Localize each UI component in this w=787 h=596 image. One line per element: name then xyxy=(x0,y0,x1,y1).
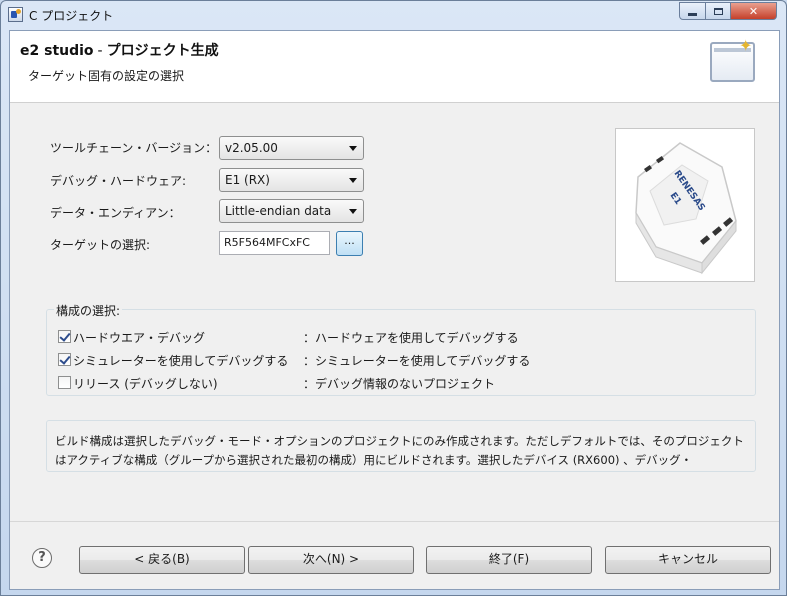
target-browse-button[interactable]: ... xyxy=(336,231,363,256)
config-hardware-debug-desc: ：ハードウェアを使用してデバッグする xyxy=(303,331,519,345)
banner-separator: - xyxy=(97,43,103,59)
info-description: ビルド構成は選択したデバッグ・モード・オプションのプロジェクトにのみ作成されます… xyxy=(46,420,756,472)
debug-hardware-combo[interactable]: E1 (RX) xyxy=(219,168,364,192)
config-release-label: リリース (デバッグしない) xyxy=(73,377,218,391)
device-image: RENESAS E1 xyxy=(615,128,755,282)
close-button[interactable]: ✕ xyxy=(730,2,777,20)
e1-emulator-illustration: RENESAS E1 xyxy=(635,142,737,275)
target-input[interactable]: R5F564MFCxFC xyxy=(219,231,330,255)
sparkle-icon: ✦ xyxy=(739,36,753,55)
debug-hardware-label: デバッグ・ハードウェア: xyxy=(50,174,187,188)
config-hardware-debug-checkbox[interactable] xyxy=(58,330,71,343)
dialog-window: C プロジェクト ✕ e2 studio - プロジェクト生成 ターゲット固有の設定… xyxy=(0,0,787,596)
banner-title: e2 studio - プロジェクト生成 xyxy=(20,40,219,60)
chevron-down-icon xyxy=(349,146,357,151)
dialog-client: e2 studio - プロジェクト生成 ターゲット固有の設定の選択 ✦ ツールチェ… xyxy=(9,30,780,590)
maximize-button[interactable] xyxy=(705,2,731,20)
c-project-icon xyxy=(8,7,23,22)
config-simulator-debug-checkbox[interactable] xyxy=(58,353,71,366)
title-bar[interactable]: C プロジェクト ✕ xyxy=(1,1,786,29)
button-bar-separator xyxy=(10,521,779,522)
config-release-checkbox[interactable] xyxy=(58,376,71,389)
endian-combo[interactable]: Little-endian data xyxy=(219,199,364,223)
toolchain-combo[interactable]: v2.05.00 xyxy=(219,136,364,160)
wizard-banner: e2 studio - プロジェクト生成 ターゲット固有の設定の選択 ✦ xyxy=(10,31,779,103)
minimize-icon xyxy=(688,12,697,16)
endian-label: データ・エンディアン： xyxy=(50,206,181,220)
close-icon: ✕ xyxy=(748,4,759,18)
target-label: ターゲットの選択: xyxy=(50,238,151,252)
config-hardware-debug-label: ハードウエア・デバッグ xyxy=(73,331,206,345)
info-text: ビルド構成は選択したデバッグ・モード・オプションのプロジェクトにのみ作成されます… xyxy=(55,434,744,467)
help-icon[interactable]: ? xyxy=(32,548,52,568)
back-button[interactable]: < 戻る(B) xyxy=(79,546,245,574)
config-simulator-debug-desc: ：シミュレーターを使用してデバッグする xyxy=(303,354,531,368)
toolchain-label: ツールチェーン・バージョン： xyxy=(50,141,218,155)
cancel-button[interactable]: キャンセル xyxy=(605,546,771,574)
config-group-legend: 構成の選択: xyxy=(54,302,123,319)
next-button[interactable]: 次へ(N) > xyxy=(248,546,414,574)
config-release-desc: ：デバッグ情報のないプロジェクト xyxy=(303,377,496,391)
banner-page-title: プロジェクト生成 xyxy=(106,43,219,59)
target-value: R5F564MFCxFC xyxy=(224,236,310,249)
toolchain-value: v2.05.00 xyxy=(225,141,278,155)
chevron-down-icon xyxy=(349,209,357,214)
window-title: C プロジェクト xyxy=(29,9,114,23)
endian-value: Little-endian data xyxy=(225,204,332,218)
chevron-down-icon xyxy=(349,178,357,183)
config-simulator-debug-label: シミュレーターを使用してデバッグする xyxy=(73,354,289,368)
banner-subtitle: ターゲット固有の設定の選択 xyxy=(28,69,185,83)
finish-button[interactable]: 終了(F) xyxy=(426,546,592,574)
banner-app-name: e2 studio xyxy=(20,43,94,59)
debug-hardware-value: E1 (RX) xyxy=(225,173,270,187)
maximize-icon xyxy=(713,7,723,15)
minimize-button[interactable] xyxy=(679,2,706,20)
